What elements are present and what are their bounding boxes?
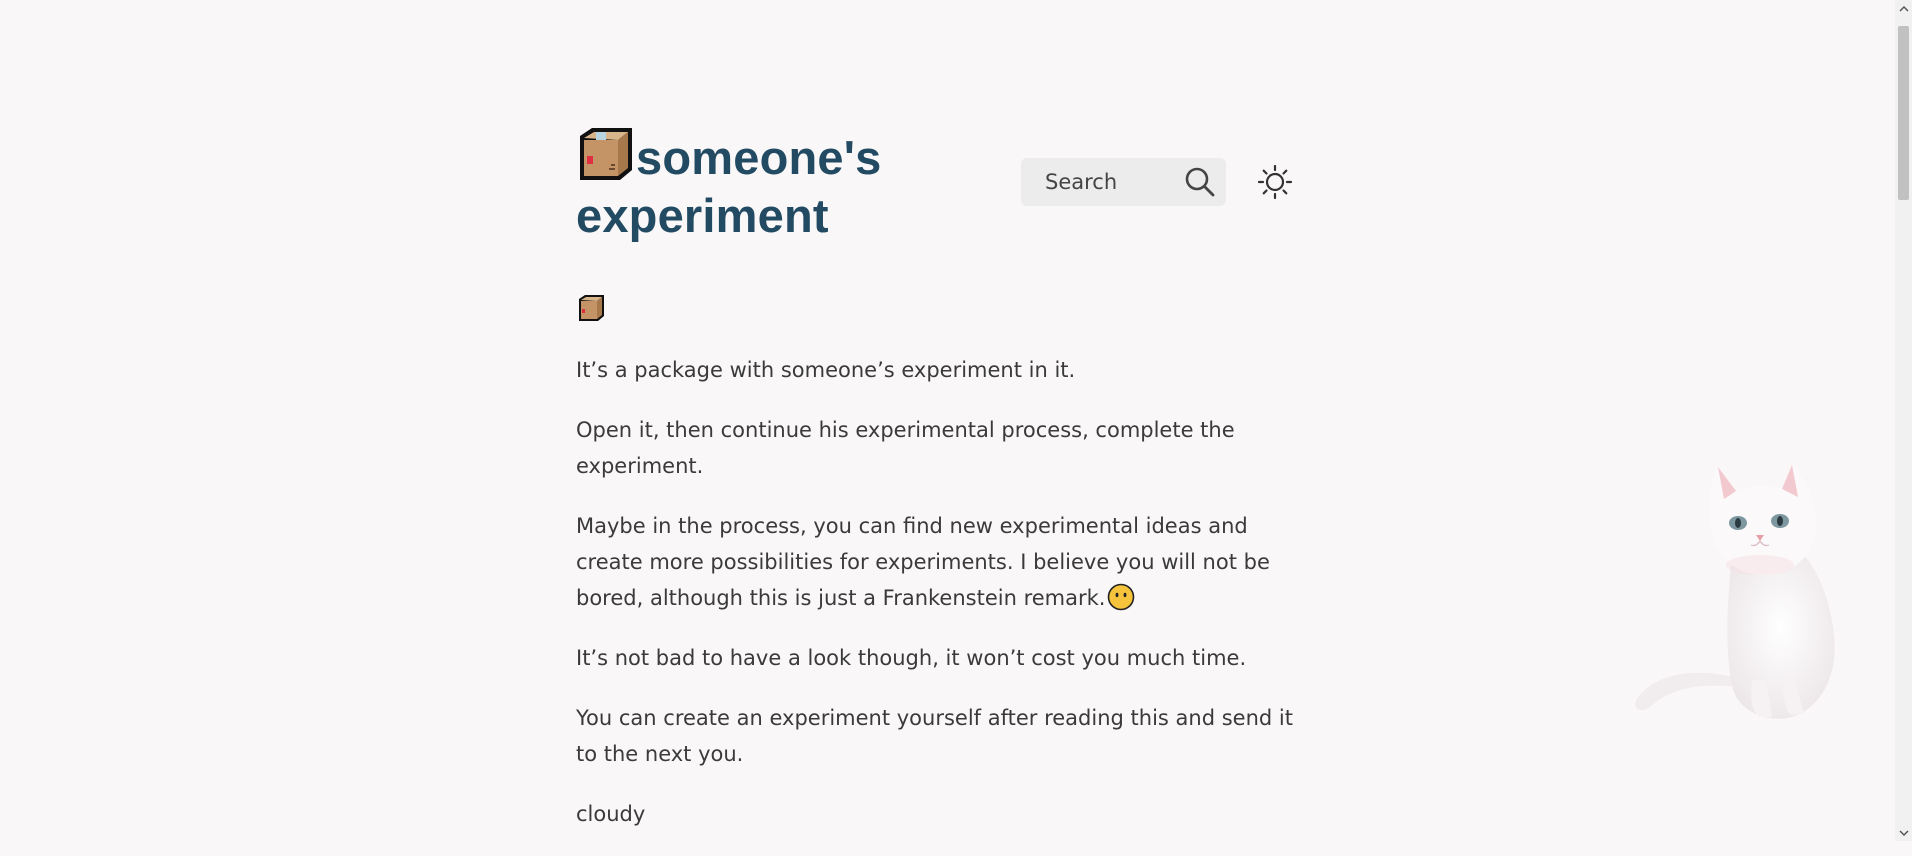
chevron-down-icon	[1899, 830, 1908, 836]
search-icon	[1185, 167, 1215, 197]
paragraph: Open it, then continue his experimental …	[576, 418, 1235, 478]
scroll-up-arrow[interactable]	[1895, 0, 1912, 17]
sun-icon[interactable]	[1257, 164, 1293, 200]
scroll-down-arrow[interactable]	[1895, 824, 1912, 841]
scroll-thumb[interactable]	[1898, 26, 1909, 200]
package-box-icon	[580, 128, 632, 180]
paragraph: It’s a package with someone’s experiment…	[576, 358, 1076, 382]
white-cat-icon	[1635, 465, 1835, 719]
paragraph: You can create an experiment yourself af…	[576, 706, 1293, 766]
no-mouth-face-icon	[1108, 583, 1135, 611]
chevron-up-icon	[1899, 5, 1908, 11]
site-title[interactable]: someone's experiment	[576, 126, 996, 245]
paragraph-text: Maybe in the process, you can find new e…	[576, 514, 1270, 610]
intro-text: It’s a package with someone’s experiment…	[576, 352, 1312, 856]
search-label: Search	[1045, 170, 1118, 194]
search-button[interactable]: Search	[1021, 158, 1226, 206]
page-container: someone's experiment Search It’s a packa…	[576, 126, 1312, 826]
paragraph: It’s not bad to have a look though, it w…	[576, 646, 1247, 670]
site-header: someone's experiment Search	[576, 126, 1312, 246]
paragraph: Maybe in the process, you can find new e…	[576, 508, 1312, 616]
package-box-icon	[579, 295, 604, 321]
paragraph: cloudy	[576, 802, 646, 826]
scrollbar[interactable]	[1895, 0, 1912, 841]
